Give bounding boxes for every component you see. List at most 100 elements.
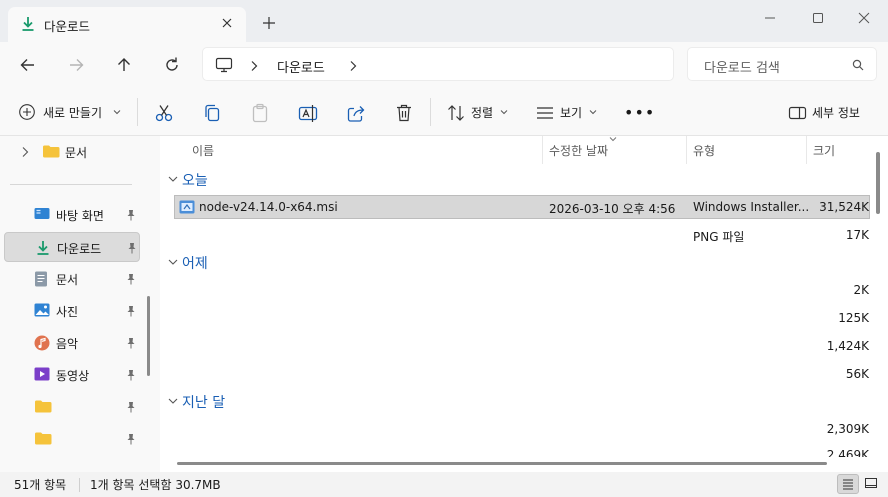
pin-icon[interactable] [126, 209, 136, 221]
sidebar-item-label: 문서 [56, 273, 79, 287]
table-row[interactable]: 56K [174, 364, 870, 386]
address-bar[interactable]: 다운로드 [202, 47, 674, 81]
file-size: 2K [853, 283, 869, 297]
divider [430, 98, 431, 126]
sidebar-item-pictures[interactable]: 사진 [4, 296, 140, 326]
column-header-modified[interactable]: 수정한 날짜 [549, 142, 608, 159]
view-button[interactable]: 보기 [560, 104, 582, 121]
sidebar-scrollbar[interactable] [147, 296, 150, 376]
new-tab-icon[interactable] [262, 16, 276, 30]
forward-arrow-icon[interactable] [64, 54, 88, 76]
table-row[interactable]: PNG 파일 17K [174, 225, 870, 247]
download-icon [35, 240, 51, 256]
close-window-icon[interactable] [851, 8, 877, 28]
up-arrow-icon[interactable] [112, 54, 136, 76]
sidebar-item-label: 다운로드 [57, 242, 102, 256]
chevron-down-icon[interactable] [168, 175, 178, 183]
refresh-icon[interactable] [160, 54, 184, 76]
column-header-type[interactable]: 유형 [693, 142, 715, 159]
divider [686, 136, 687, 164]
sidebar-item-folder[interactable] [4, 424, 140, 454]
pin-icon[interactable] [126, 273, 136, 285]
close-tab-icon[interactable] [220, 16, 234, 30]
more-options-button[interactable]: ••• [624, 103, 655, 122]
download-icon [20, 16, 36, 32]
details-pane-icon[interactable] [787, 102, 809, 124]
paste-icon[interactable] [249, 102, 271, 124]
tab-downloads[interactable]: 다운로드 [8, 7, 246, 42]
music-icon [34, 335, 50, 351]
table-row[interactable]: 2,469K [174, 445, 870, 457]
sidebar-item-documents-top[interactable]: 문서 [65, 144, 87, 161]
file-type: Windows Installer... [693, 200, 810, 214]
pin-icon[interactable] [126, 369, 136, 381]
copy-icon[interactable] [201, 102, 223, 124]
chevron-down-icon[interactable] [500, 109, 508, 115]
sidebar-item-label: 음악 [56, 337, 79, 351]
view-icon[interactable] [534, 102, 556, 124]
group-label: 오늘 [182, 173, 208, 189]
search-icon[interactable] [852, 59, 864, 71]
selection-info: 1개 항목 선택함 30.7MB [90, 478, 221, 492]
chevron-right-icon[interactable] [348, 60, 358, 72]
pin-icon[interactable] [127, 242, 137, 254]
chevron-down-icon[interactable] [589, 109, 597, 115]
file-size: 17K [845, 228, 869, 242]
videos-icon [34, 367, 50, 381]
sort-button[interactable]: 정렬 [471, 104, 493, 121]
table-row[interactable]: node-v24.14.0-x64.msi 2026-03-10 오후 4:56… [174, 195, 870, 219]
sidebar-item-documents[interactable]: 문서 [4, 264, 140, 294]
details-button[interactable]: 세부 정보 [812, 104, 860, 121]
back-arrow-icon[interactable] [16, 54, 40, 76]
sidebar-item-videos[interactable]: 동영상 [4, 360, 140, 390]
divider [806, 136, 807, 164]
pin-icon[interactable] [126, 305, 136, 317]
sidebar-item-music[interactable]: 음악 [4, 328, 140, 358]
sort-chevron-icon [609, 136, 617, 142]
divider [137, 98, 138, 126]
chevron-down-icon[interactable] [168, 397, 178, 405]
table-row[interactable]: 2,309K [174, 419, 870, 441]
search-input[interactable]: 다운로드 검색 [687, 47, 877, 81]
details-view-icon[interactable] [837, 474, 859, 494]
computer-icon[interactable] [215, 57, 233, 73]
title-bar: 다운로드 [0, 0, 888, 42]
tiles-view-icon[interactable] [861, 474, 883, 494]
breadcrumb-downloads[interactable]: 다운로드 [277, 57, 325, 76]
chevron-right-icon[interactable] [20, 146, 30, 158]
file-size: 125K [838, 311, 869, 325]
table-row[interactable]: 125K [174, 308, 870, 330]
new-plus-icon[interactable] [18, 103, 36, 121]
chevron-right-icon[interactable] [249, 60, 259, 72]
table-row[interactable]: 1,424K [174, 336, 870, 358]
column-header-size[interactable]: 크기 [813, 142, 835, 159]
horizontal-scrollbar[interactable] [177, 462, 827, 465]
minimize-icon[interactable] [757, 8, 783, 28]
installer-icon [179, 200, 195, 214]
tab-title: 다운로드 [44, 19, 91, 34]
sidebar-item-folder[interactable] [4, 392, 140, 422]
file-size: 31,524K [819, 200, 869, 214]
new-button[interactable]: 새로 만들기 [43, 104, 102, 121]
item-count: 51개 항목 [14, 478, 67, 492]
chevron-down-icon[interactable] [168, 258, 178, 266]
pin-icon[interactable] [126, 337, 136, 349]
vertical-scrollbar[interactable] [876, 152, 880, 214]
file-size: 2,309K [826, 422, 869, 436]
column-header-name[interactable]: 이름 [192, 142, 214, 159]
pin-icon[interactable] [126, 401, 136, 413]
sidebar-item-desktop[interactable]: 바탕 화면 [4, 200, 140, 230]
share-icon[interactable] [345, 102, 367, 124]
pin-icon[interactable] [126, 433, 136, 445]
delete-icon[interactable] [393, 102, 415, 124]
maximize-icon[interactable] [805, 8, 831, 28]
cut-icon[interactable] [153, 102, 175, 124]
sort-icon[interactable] [445, 102, 467, 124]
rename-icon[interactable] [297, 102, 319, 124]
table-row[interactable]: 2K [174, 280, 870, 302]
sidebar-item-downloads[interactable]: 다운로드 [4, 232, 140, 262]
pictures-icon [34, 303, 50, 317]
chevron-down-icon[interactable] [113, 109, 121, 115]
folder-icon [34, 431, 52, 445]
search-placeholder: 다운로드 검색 [704, 61, 780, 76]
